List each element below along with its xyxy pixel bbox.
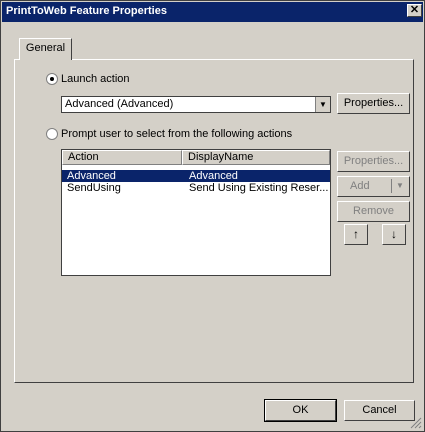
launch-properties-button[interactable]: Properties... (337, 93, 410, 114)
move-down-button[interactable]: ↓ (382, 224, 406, 245)
close-button[interactable]: ✕ (407, 4, 422, 17)
column-header-action[interactable]: Action (62, 150, 182, 165)
prompt-user-label: Prompt user to select from the following… (61, 128, 293, 140)
prompt-properties-button[interactable]: Properties... (337, 151, 410, 172)
list-item[interactable]: Advanced Advanced (62, 170, 330, 182)
cancel-label: Cancel (362, 404, 397, 416)
add-split-divider (391, 179, 392, 193)
window-title: PrintToWeb Feature Properties (6, 5, 167, 17)
launch-properties-label: Properties... (343, 97, 404, 109)
dialog-window: PrintToWeb Feature Properties ✕ General … (0, 0, 425, 432)
title-bar[interactable]: PrintToWeb Feature Properties ✕ (2, 2, 423, 22)
tab-general[interactable]: General (19, 38, 72, 60)
column-header-displayname-label: DisplayName (188, 151, 254, 163)
add-button[interactable]: Add ▼ (337, 176, 410, 197)
list-item-action: SendUsing (67, 182, 121, 194)
ok-label: OK (292, 404, 309, 416)
list-item[interactable]: SendUsing Send Using Existing Reser... (62, 182, 330, 194)
launch-action-radio[interactable] (46, 73, 58, 85)
column-header-displayname[interactable]: DisplayName (182, 150, 330, 165)
list-item-displayname: Send Using Existing Reser... (189, 182, 329, 194)
cancel-button[interactable]: Cancel (344, 400, 415, 421)
arrow-down-icon: ↓ (391, 227, 397, 241)
resize-grip-icon[interactable] (410, 417, 422, 429)
chevron-down-icon[interactable]: ▼ (396, 177, 404, 195)
launch-action-select[interactable]: Advanced (Advanced) ▼ (61, 96, 331, 113)
actions-list[interactable]: Action DisplayName Advanced Advanced Sen… (61, 149, 331, 276)
prompt-user-radio[interactable] (46, 128, 58, 140)
chevron-down-icon[interactable]: ▼ (315, 97, 330, 112)
tab-general-label: General (25, 42, 66, 54)
remove-button[interactable]: Remove (337, 201, 410, 222)
ok-button[interactable]: OK (264, 399, 337, 422)
prompt-properties-label: Properties... (343, 155, 404, 167)
remove-label: Remove (353, 205, 394, 217)
list-item-displayname: Advanced (189, 170, 238, 182)
launch-action-value: Advanced (Advanced) (65, 98, 174, 110)
add-label: Add (350, 180, 370, 192)
close-icon: ✕ (409, 4, 420, 16)
arrow-up-icon: ↑ (353, 227, 359, 241)
move-up-button[interactable]: ↑ (344, 224, 368, 245)
list-item-action: Advanced (67, 170, 116, 182)
launch-action-label: Launch action (61, 73, 130, 85)
column-header-action-label: Action (68, 151, 99, 163)
